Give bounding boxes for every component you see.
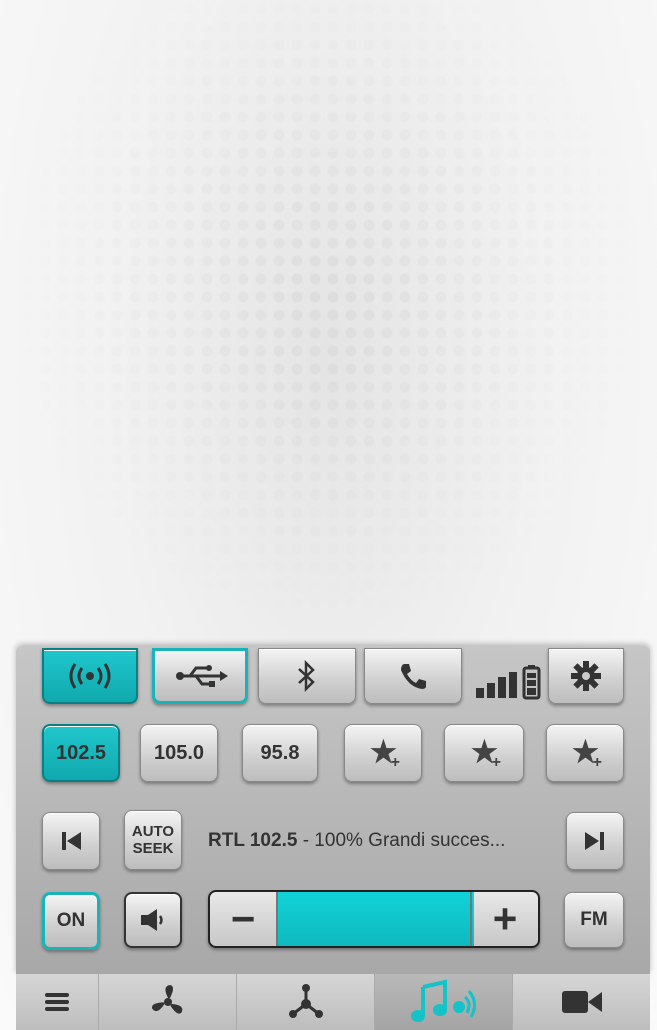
mute-button[interactable] bbox=[124, 892, 182, 948]
fan-icon bbox=[151, 985, 182, 1014]
band-label: FM bbox=[580, 909, 608, 930]
background-pattern bbox=[0, 0, 657, 640]
preset-label: 95.8 bbox=[260, 741, 300, 764]
preset-95-8-button[interactable]: 95.8 bbox=[242, 724, 318, 782]
music-radio-icon bbox=[410, 979, 476, 1022]
bottom-navigation bbox=[16, 974, 650, 1030]
tab-media[interactable] bbox=[375, 974, 514, 1030]
volume-fill bbox=[276, 892, 474, 946]
add-favorite-button-2[interactable]: ★ + bbox=[444, 724, 524, 782]
add-favorite-button-1[interactable]: ★ + bbox=[344, 724, 422, 782]
station-description: - 100% Grandi succes... bbox=[297, 830, 506, 851]
tab-network[interactable] bbox=[237, 974, 376, 1030]
video-camera-icon bbox=[561, 991, 602, 1013]
settings-button[interactable] bbox=[548, 648, 624, 704]
station-name: RTL 102.5 bbox=[208, 830, 298, 851]
molecule-icon bbox=[288, 984, 323, 1018]
speaker-icon bbox=[141, 909, 163, 931]
add-favorite-button-3[interactable]: ★ + bbox=[546, 724, 624, 782]
star-add-icon: ★ + bbox=[572, 736, 602, 772]
power-label: ON bbox=[56, 910, 86, 931]
volume-down-button[interactable]: − bbox=[210, 892, 278, 946]
star-add-icon: ★ + bbox=[471, 736, 501, 772]
previous-station-button[interactable] bbox=[42, 812, 100, 870]
preset-102-5-button[interactable]: 102.5 bbox=[42, 724, 120, 782]
auto-seek-label-line2: SEEK bbox=[132, 840, 174, 857]
phone-icon bbox=[401, 664, 426, 689]
menu-icon bbox=[45, 993, 70, 1011]
band-fm-button[interactable]: FM bbox=[564, 892, 624, 948]
source-radio-button[interactable] bbox=[42, 648, 138, 704]
volume-up-button[interactable]: + bbox=[470, 892, 538, 946]
preset-label: 102.5 bbox=[55, 741, 107, 764]
tab-climate[interactable] bbox=[99, 974, 238, 1030]
signal-bars-icon bbox=[476, 665, 541, 700]
source-usb-button[interactable] bbox=[152, 648, 248, 704]
skip-previous-icon bbox=[62, 832, 81, 850]
tab-menu[interactable] bbox=[16, 974, 100, 1030]
auto-seek-button[interactable]: AUTO SEEK bbox=[124, 810, 182, 870]
power-on-button[interactable]: ON bbox=[42, 892, 100, 950]
source-bluetooth-button[interactable] bbox=[258, 648, 356, 704]
source-phone-button[interactable] bbox=[364, 648, 462, 704]
bluetooth-icon bbox=[298, 660, 315, 692]
next-station-button[interactable] bbox=[566, 812, 624, 870]
preset-105-0-button[interactable]: 105.0 bbox=[140, 724, 218, 782]
preset-label: 105.0 bbox=[153, 741, 205, 764]
battery-icon bbox=[522, 665, 541, 700]
star-add-icon: ★ + bbox=[370, 736, 400, 772]
gear-icon bbox=[571, 661, 601, 691]
volume-slider[interactable]: − + bbox=[208, 890, 540, 948]
usb-icon bbox=[176, 665, 228, 687]
auto-seek-label-line1: AUTO bbox=[131, 823, 175, 840]
skip-next-icon bbox=[585, 832, 604, 850]
tab-video[interactable] bbox=[513, 974, 650, 1030]
station-info-text: RTL 102.5 - 100% Grandi succes... bbox=[208, 826, 548, 856]
radio-broadcast-icon bbox=[69, 663, 111, 689]
